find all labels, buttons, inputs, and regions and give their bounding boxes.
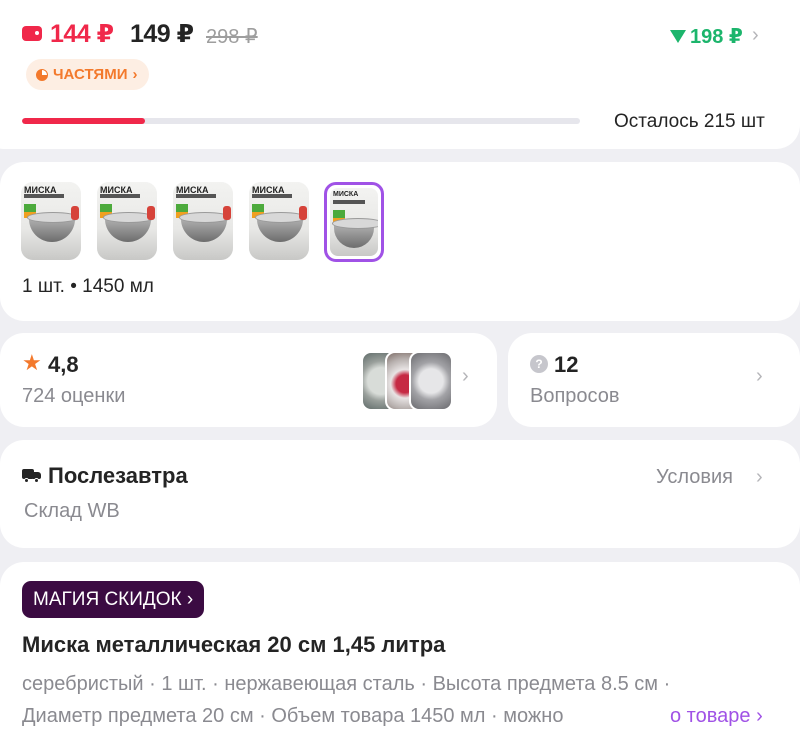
- product-title: Миска металлическая 20 см 1,45 литра: [22, 632, 446, 657]
- variants-card: МИСКА МИСКА МИСКА МИСКА МИСКА 1 шт. • 14…: [0, 162, 800, 321]
- variant-thumb[interactable]: МИСКА: [21, 182, 81, 260]
- stock-progress-fill: [22, 118, 145, 124]
- delivery-terms-link[interactable]: Условия: [656, 466, 733, 489]
- product-image: МИСКА: [173, 182, 233, 260]
- product-image: МИСКА: [21, 182, 81, 260]
- current-price: 149 ₽: [130, 20, 194, 48]
- wallet-icon: [22, 26, 42, 41]
- rating-count: 724 оценки: [22, 385, 126, 407]
- fade-overlay: [618, 700, 668, 732]
- rating-card[interactable]: ★ 4,8 724 оценки ›: [0, 333, 497, 427]
- variant-thumb[interactable]: МИСКА: [173, 182, 233, 260]
- delivery-card: Послезавтра Условия › Склад WB: [0, 440, 800, 548]
- delivery-date: Послезавтра: [48, 463, 188, 488]
- question-bubble-icon: ?: [530, 355, 548, 373]
- thumb-title: МИСКА: [333, 191, 359, 198]
- triangle-down-icon: [670, 30, 686, 43]
- truck-icon: [22, 469, 42, 483]
- price-history-button[interactable]: 198 ₽: [670, 24, 743, 49]
- review-photo: [409, 351, 453, 411]
- pie-icon: [36, 68, 48, 81]
- variant-caption: 1 шт. • 1450 мл: [22, 276, 154, 297]
- attributes-line: серебристый · 1 шт. · нержавеющая сталь …: [22, 673, 671, 695]
- old-price: 298 ₽: [206, 26, 258, 48]
- review-photos[interactable]: [361, 351, 453, 411]
- chevron-right-icon: ›: [462, 365, 469, 387]
- stock-remaining: Осталось 215 шт: [614, 111, 765, 132]
- variant-thumb[interactable]: МИСКА: [249, 182, 309, 260]
- questions-count: 12: [554, 352, 579, 377]
- price-card: 144 ₽ 149 ₽ 298 ₽ 198 ₽ › ЧАСТЯМИ › Оста…: [0, 0, 800, 149]
- stock-progress-bar: [22, 118, 580, 124]
- rating-value: 4,8: [48, 352, 79, 377]
- wallet-price: 144 ₽: [50, 20, 114, 48]
- chevron-right-icon[interactable]: ›: [756, 466, 763, 489]
- variant-thumb-selected[interactable]: МИСКА: [324, 182, 384, 262]
- chevron-right-icon[interactable]: ›: [752, 24, 759, 47]
- questions-label: Вопросов: [530, 385, 620, 407]
- product-card: МАГИЯ СКИДОК › Миска металлическая 20 см…: [0, 562, 800, 735]
- star-icon: ★: [22, 350, 42, 375]
- product-image: МИСКА: [249, 182, 309, 260]
- product-image: МИСКА: [97, 182, 157, 260]
- price-drop-value: 198 ₽: [690, 26, 743, 48]
- chevron-right-icon: ›: [132, 66, 138, 83]
- questions-card[interactable]: ? 12 Вопросов ›: [508, 333, 800, 427]
- promo-badge[interactable]: МАГИЯ СКИДОК ›: [22, 581, 205, 618]
- installments-button[interactable]: ЧАСТЯМИ ›: [26, 59, 150, 90]
- about-product-link[interactable]: о товаре ›: [668, 700, 763, 732]
- warehouse-label: Склад WB: [24, 500, 120, 522]
- variant-thumb[interactable]: МИСКА: [97, 182, 157, 260]
- chevron-right-icon: ›: [756, 365, 763, 387]
- installments-label: ЧАСТЯМИ: [53, 66, 128, 83]
- product-image: МИСКА: [330, 188, 378, 256]
